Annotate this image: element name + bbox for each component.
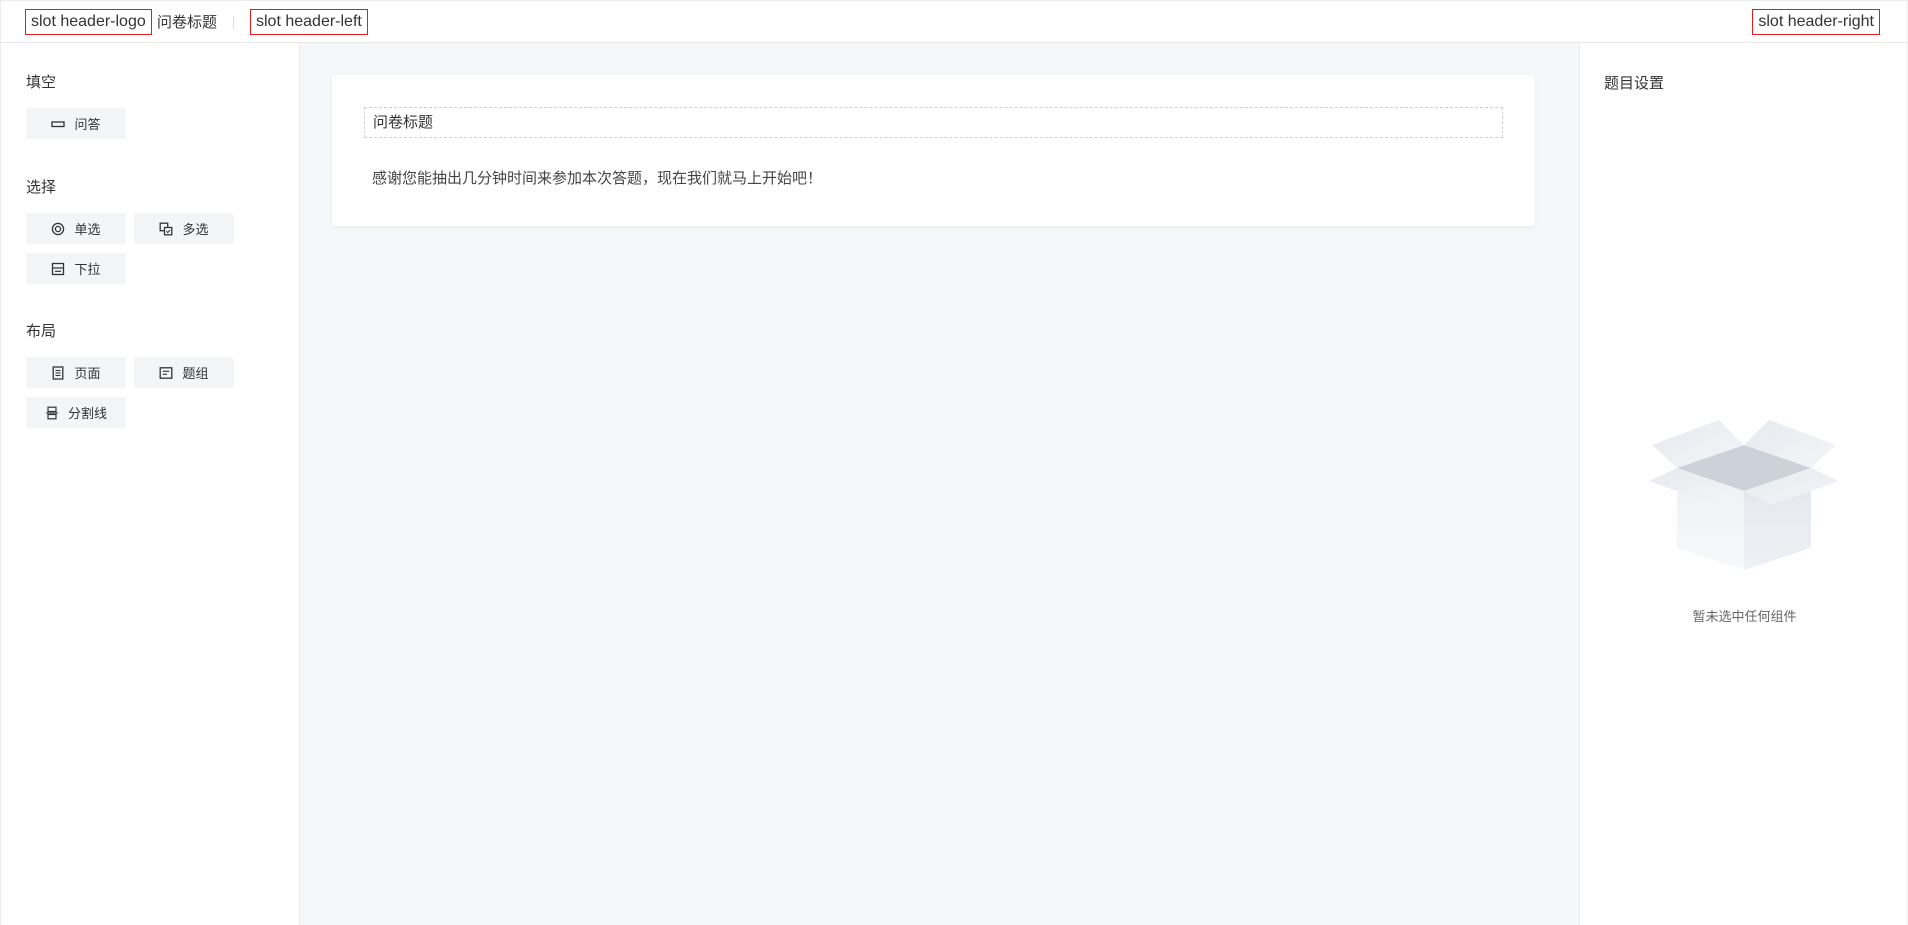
survey-title-input[interactable]: 问卷标题 [364,107,1503,138]
survey-header-card[interactable]: 问卷标题 感谢您能抽出几分钟时间来参加本次答题，现在我们就马上开始吧！ [332,75,1535,226]
component-button-qa[interactable]: 问答 [26,108,126,139]
header-right-slot: slot header-right [1752,9,1880,35]
empty-box-icon [1649,420,1839,570]
group-title-select: 选择 [26,178,57,196]
component-button-dropdown[interactable]: 下拉 [26,253,126,284]
component-label: 多选 [182,223,209,238]
header-logo-slot: slot header-logo [25,9,152,35]
component-button-single-choice[interactable]: 单选 [26,213,126,244]
header-divider [233,16,234,29]
component-button-divider[interactable]: 分割线 [26,397,126,428]
input-icon [51,120,66,127]
header-left-slot: slot header-left [250,9,368,35]
dropdown-icon [52,262,65,275]
component-label: 页面 [74,367,101,382]
component-label: 下拉 [74,263,101,278]
component-label: 单选 [74,223,101,238]
question-settings-panel: 题目设置 暂未选中任何组件 [1579,43,1908,925]
page-icon [53,365,64,380]
settings-title: 题目设置 [1604,74,1665,92]
group-title-fill: 填空 [26,73,57,91]
component-button-question-group[interactable]: 题组 [134,357,234,388]
component-button-page[interactable]: 页面 [26,357,126,388]
group-title-layout: 布局 [26,322,57,340]
header-survey-title[interactable]: 问卷标题 [157,9,217,35]
editor-canvas: 问卷标题 感谢您能抽出几分钟时间来参加本次答题，现在我们就马上开始吧！ [300,43,1579,925]
survey-description[interactable]: 感谢您能抽出几分钟时间来参加本次答题，现在我们就马上开始吧！ [372,167,822,188]
app-header: slot header-logo 问卷标题 slot header-left s… [0,0,1908,43]
divider-icon [45,406,58,419]
group-icon [160,366,173,379]
component-button-multi-choice[interactable]: 多选 [134,213,234,244]
checkbox-icon [160,222,173,235]
radio-icon [52,222,65,235]
empty-state-text: 暂未选中任何组件 [1692,610,1797,625]
component-label: 问答 [74,118,101,133]
component-sidebar: 填空 问答 选择 单选 多选 下拉 布局 页面 题组 分割线 [0,43,300,925]
component-label: 题组 [182,367,209,382]
component-label: 分割线 [67,407,107,422]
